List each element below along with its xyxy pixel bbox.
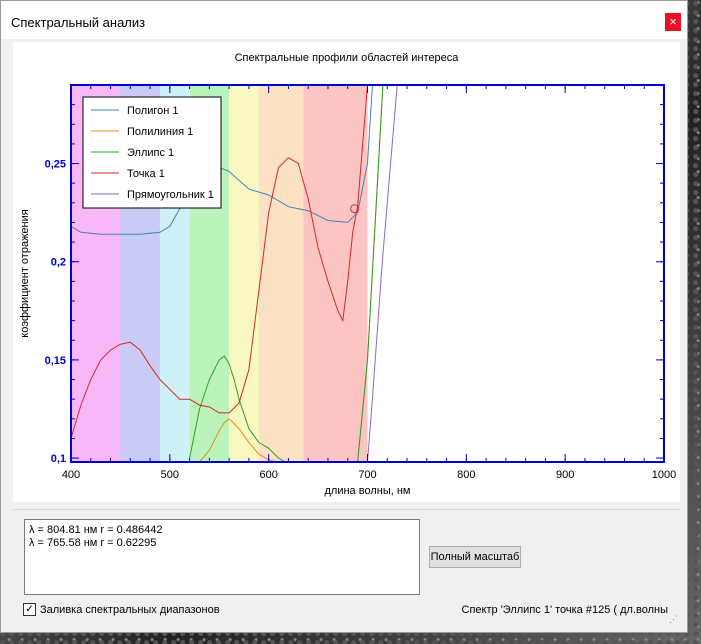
legend-label: Точка 1 [127, 168, 165, 180]
readout-line: λ = 804.81 нм r = 0.486442 [29, 524, 163, 536]
x-tick-label: 900 [556, 469, 574, 481]
series-line [367, 85, 398, 462]
spectral-plot-panel[interactable]: Спектральные профили областей интереса 4… [13, 42, 680, 502]
resize-grip-icon[interactable]: ⋰ [669, 614, 678, 625]
y-tick-label: 0,15 [45, 355, 66, 367]
legend-label: Эллипс 1 [127, 147, 174, 159]
readout-box[interactable]: λ = 804.81 нм r = 0.486442 λ = 765.58 нм… [24, 519, 420, 595]
window-title: Спектральный анализ [11, 15, 146, 30]
status-text: Спектр 'Эллипс 1' точка #125 ( дл.волны [461, 604, 668, 616]
spectral-analysis-window: Спектральный анализ × Спектральные профи… [0, 0, 688, 633]
y-axis-label: коэффициент отражения [19, 209, 31, 337]
y-tick-label: 0,1 [51, 453, 66, 465]
full-scale-button[interactable]: Полный масштаб [429, 546, 521, 568]
spectral-band [303, 85, 368, 462]
readout-line: λ = 765.58 нм r = 0.62295 [29, 537, 157, 549]
fill-bands-label: Заливка спектральных диапазонов [40, 603, 220, 616]
legend-label: Прямоугольник 1 [127, 189, 214, 201]
x-tick-label: 600 [259, 469, 277, 481]
spectral-chart[interactable]: 400 500 600 700 800 900 1000 0,1 0,15 0,2 0,25 длин… [13, 42, 680, 502]
x-tick-label: 700 [358, 469, 376, 481]
x-tick-label: 500 [161, 469, 179, 481]
fill-bands-checkbox[interactable]: ✓ [23, 603, 36, 616]
y-tick-label: 0,2 [51, 257, 66, 269]
spectral-band [258, 85, 304, 462]
title-bar[interactable]: Спектральный анализ × [1, 1, 687, 39]
x-tick-label: 800 [457, 469, 475, 481]
legend-label: Полигон 1 [127, 105, 178, 117]
y-tick-label: 0,25 [45, 159, 66, 171]
x-tick-label: 400 [62, 469, 80, 481]
x-tick-label: 1000 [652, 469, 676, 481]
spectral-band [229, 85, 259, 462]
legend-label: Полилиния 1 [127, 126, 193, 138]
x-axis-label: длина волны, нм [325, 485, 411, 497]
fill-bands-toggle[interactable]: ✓ Заливка спектральных диапазонов [23, 603, 220, 616]
close-button[interactable]: × [665, 13, 681, 31]
controls-panel: λ = 804.81 нм r = 0.486442 λ = 765.58 нм… [13, 509, 680, 627]
